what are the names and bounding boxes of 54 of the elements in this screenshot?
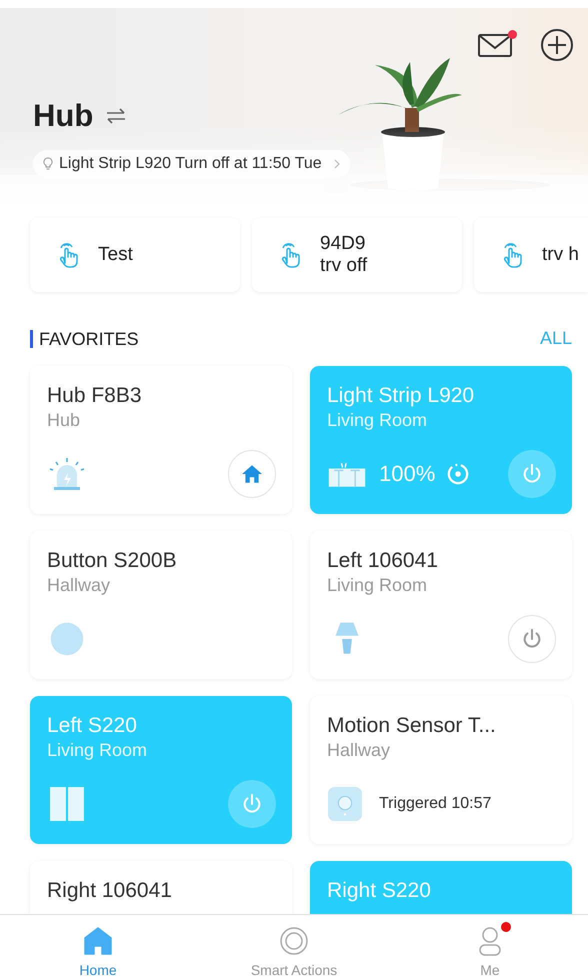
chevron-right-icon xyxy=(334,159,340,169)
device-name: Left 106041 xyxy=(327,548,439,574)
home-button[interactable] xyxy=(228,450,276,498)
device-room: Living Room xyxy=(327,409,428,432)
device-card[interactable]: Button S200B Hallway xyxy=(30,531,292,679)
concentric-circles-icon xyxy=(279,926,309,956)
scene-name: 94D9 trv off xyxy=(320,233,368,277)
scene-card[interactable]: trv h xyxy=(474,218,588,292)
device-room: Living Room xyxy=(327,574,428,598)
hand-tap-icon xyxy=(502,242,524,268)
wall-switch-icon xyxy=(47,786,87,822)
scene-name: Test xyxy=(98,244,133,266)
scene-name: trv h xyxy=(542,244,579,266)
add-icon[interactable] xyxy=(540,28,574,62)
status-text: Triggered 10:57 xyxy=(379,794,492,813)
power-button[interactable] xyxy=(508,614,556,663)
scene-card[interactable]: Test xyxy=(30,218,240,292)
brightness-reading: 100% xyxy=(379,460,436,487)
device-card[interactable]: Hub F8B3 Hub xyxy=(30,366,292,514)
section-title: FAVORITES xyxy=(30,330,139,348)
device-card[interactable]: Left 106041 Living Room xyxy=(310,531,572,679)
home-icon xyxy=(241,462,263,485)
device-room: Living Room xyxy=(47,739,148,762)
device-name: Right 106041 xyxy=(47,878,173,904)
power-icon xyxy=(241,792,263,815)
power-icon xyxy=(521,628,543,650)
device-name: Left S220 xyxy=(47,713,138,739)
device-card[interactable]: Motion Sensor T... Hallway Triggered 10:57 xyxy=(310,696,572,844)
hub-title: Hub xyxy=(33,98,94,134)
schedule-reminder[interactable]: Light Strip L920 Turn off at 11:50 Tue xyxy=(33,150,350,178)
envelope-icon xyxy=(478,32,514,58)
device-room: Hallway xyxy=(47,574,112,598)
device-name: Right S220 xyxy=(327,878,432,904)
device-room: Hallway xyxy=(327,739,392,762)
device-name: Button S200B xyxy=(47,548,178,574)
brightness-dial-icon[interactable] xyxy=(447,462,470,485)
siren-icon xyxy=(47,456,87,492)
motion-sensor-icon xyxy=(327,786,363,822)
device-room: Hub xyxy=(47,409,82,432)
device-card[interactable]: Right 106041 xyxy=(30,861,292,914)
home-icon xyxy=(83,926,113,956)
power-button[interactable] xyxy=(228,780,276,828)
power-button[interactable] xyxy=(508,450,556,498)
power-icon xyxy=(521,462,543,485)
bulb-icon xyxy=(43,157,53,171)
device-name: Motion Sensor T... xyxy=(327,713,497,739)
hand-tap-icon xyxy=(58,242,80,268)
mail-button[interactable] xyxy=(478,32,514,58)
switch-arrows-icon[interactable] xyxy=(105,108,128,124)
hand-tap-icon xyxy=(280,242,302,268)
scene-card[interactable]: 94D9 trv off xyxy=(252,218,462,292)
reminder-text: Light Strip L920 Turn off at 11:50 Tue xyxy=(59,155,322,173)
device-name: Hub F8B3 xyxy=(47,383,143,409)
device-name: Light Strip L920 xyxy=(327,383,476,409)
